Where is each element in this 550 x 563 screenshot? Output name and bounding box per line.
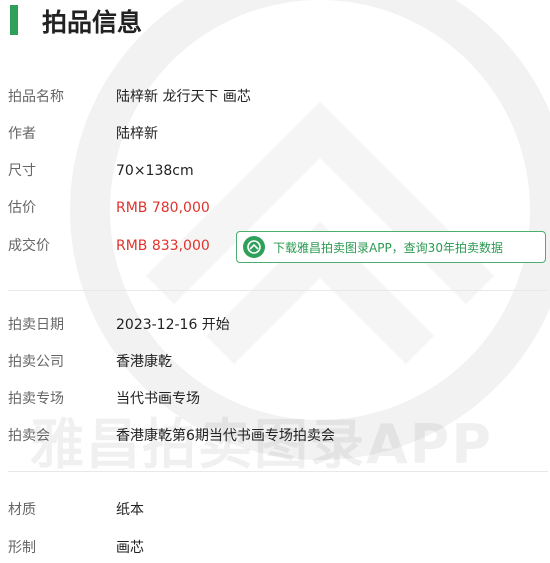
detail-label: 成交价	[8, 238, 50, 254]
detail-row-size: 尺寸 70×138cm	[0, 158, 550, 184]
format-value: 画芯	[116, 540, 144, 556]
yachang-logo-icon	[243, 236, 265, 258]
divider	[8, 290, 548, 291]
lot-name-value: 陆梓新 龙行天下 画芯	[116, 89, 251, 105]
detail-label: 尺寸	[8, 163, 36, 179]
auction-label: 拍卖专场	[8, 391, 64, 407]
auction-sale-value: 香港康乾第6期当代书画专场拍卖会	[116, 428, 335, 444]
size-value: 70×138cm	[116, 163, 194, 179]
physical-row-material: 材质 纸本	[0, 497, 550, 523]
author-value: 陆梓新	[116, 126, 158, 142]
hammer-price-value: RMB 833,000	[116, 238, 210, 254]
auction-date-value: 2023-12-16 开始	[116, 317, 230, 333]
download-app-button[interactable]: 下载雅昌拍卖图录APP，查询30年拍卖数据	[236, 231, 546, 263]
detail-label: 估价	[8, 200, 36, 216]
auction-label: 拍卖会	[8, 428, 50, 444]
page-title: 拍品信息	[42, 8, 143, 37]
auction-label: 拍卖日期	[8, 317, 64, 333]
detail-label: 作者	[8, 126, 36, 142]
divider	[8, 471, 548, 472]
detail-row-name: 拍品名称 陆梓新 龙行天下 画芯	[0, 84, 550, 110]
estimate-value: RMB 780,000	[116, 200, 210, 216]
physical-label: 形制	[8, 540, 36, 556]
header-accent-bar	[10, 5, 18, 35]
auction-row-date: 拍卖日期 2023-12-16 开始	[0, 312, 550, 338]
physical-label: 材质	[8, 502, 36, 518]
download-app-label: 下载雅昌拍卖图录APP，查询30年拍卖数据	[273, 240, 503, 255]
detail-row-author: 作者 陆梓新	[0, 121, 550, 147]
auction-session-value: 当代书画专场	[116, 391, 200, 407]
auction-row-company: 拍卖公司 香港康乾	[0, 349, 550, 375]
section-header: 拍品信息	[0, 0, 550, 44]
auction-company-value: 香港康乾	[116, 354, 172, 370]
detail-row-estimate: 估价 RMB 780,000	[0, 195, 550, 221]
auction-label: 拍卖公司	[8, 354, 64, 370]
auction-row-session: 拍卖专场 当代书画专场	[0, 386, 550, 412]
physical-row-format: 形制 画芯	[0, 535, 550, 561]
detail-label: 拍品名称	[8, 89, 64, 105]
material-value: 纸本	[116, 502, 144, 518]
auction-row-sale: 拍卖会 香港康乾第6期当代书画专场拍卖会	[0, 423, 550, 449]
